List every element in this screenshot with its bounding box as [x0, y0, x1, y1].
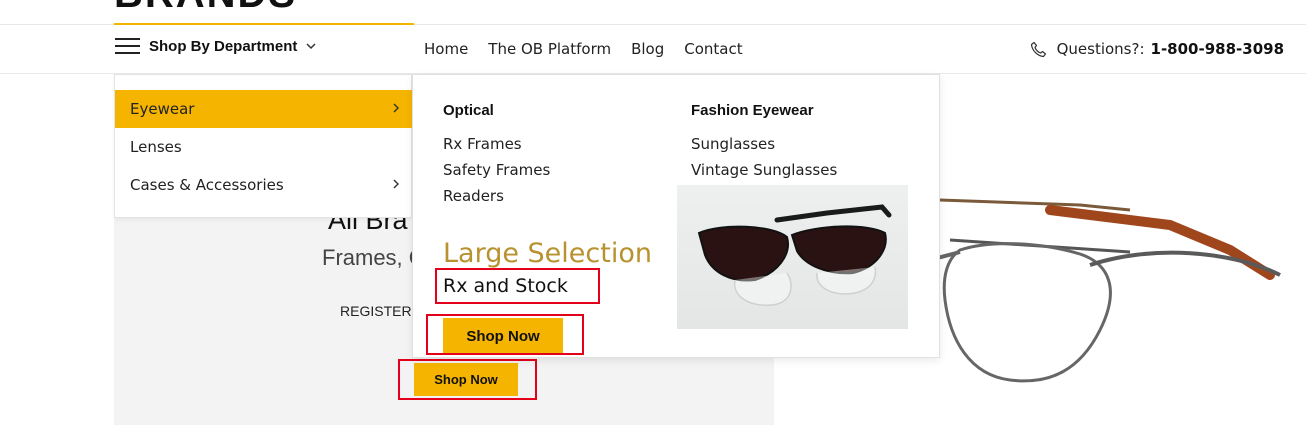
- chevron-right-icon: [393, 179, 399, 189]
- dept-menu-item-eyewear[interactable]: Eyewear: [115, 90, 413, 128]
- nav-links: Home The OB Platform Blog Contact: [424, 40, 743, 58]
- phone-contact[interactable]: Questions?: 1-800-988-3098: [1030, 40, 1284, 58]
- dept-menu-item-label: Eyewear: [130, 100, 195, 118]
- dept-menu-item-label: Cases & Accessories: [130, 176, 284, 194]
- eyeglasses-image: [697, 204, 892, 306]
- highlight-box-rx-stock: [435, 268, 600, 304]
- mega-heading-fashion-eyewear: Fashion Eyewear: [691, 102, 814, 119]
- logo-strip: BRANDS: [0, 0, 1306, 25]
- nav-link-contact[interactable]: Contact: [684, 40, 742, 58]
- nav-link-ob-platform[interactable]: The OB Platform: [488, 40, 611, 58]
- mega-link-vintage-sunglasses[interactable]: Vintage Sunglasses: [691, 161, 837, 179]
- main-navbar: Shop By Department Home The OB Platform …: [0, 25, 1306, 74]
- highlight-box-hero-shop: [398, 359, 537, 400]
- hamburger-icon: [115, 37, 140, 55]
- questions-label: Questions?:: [1056, 40, 1145, 58]
- phone-number[interactable]: 1-800-988-3098: [1151, 40, 1284, 58]
- dept-menu-item-cases-accessories[interactable]: Cases & Accessories: [115, 166, 413, 204]
- mega-link-readers[interactable]: Readers: [443, 187, 504, 205]
- highlight-box-promo-shop: [426, 314, 584, 355]
- dept-menu-item-lenses[interactable]: Lenses: [115, 128, 413, 166]
- mega-link-rx-frames[interactable]: Rx Frames: [443, 135, 522, 153]
- hero-eyeglasses-image: [930, 198, 1281, 383]
- chevron-right-icon: [393, 103, 399, 113]
- shop-by-department-label: Shop By Department: [149, 37, 298, 55]
- promo-title: Large Selection: [443, 238, 652, 269]
- brand-logo[interactable]: BRANDS: [114, 0, 297, 17]
- department-dropdown: Eyewear Lenses Cases & Accessories: [114, 74, 413, 218]
- nav-link-blog[interactable]: Blog: [631, 40, 664, 58]
- nav-link-home[interactable]: Home: [424, 40, 468, 58]
- shop-by-department-toggle[interactable]: Shop By Department: [115, 37, 317, 55]
- mega-link-sunglasses[interactable]: Sunglasses: [691, 135, 775, 153]
- dept-menu-item-label: Lenses: [130, 138, 182, 156]
- promo-sunglasses-image[interactable]: [677, 185, 908, 329]
- mega-link-safety-frames[interactable]: Safety Frames: [443, 161, 550, 179]
- phone-icon: [1030, 41, 1046, 57]
- mega-heading-optical: Optical: [443, 102, 494, 119]
- hero-subtitle: Frames, C: [322, 245, 425, 270]
- chevron-down-icon: [306, 43, 316, 50]
